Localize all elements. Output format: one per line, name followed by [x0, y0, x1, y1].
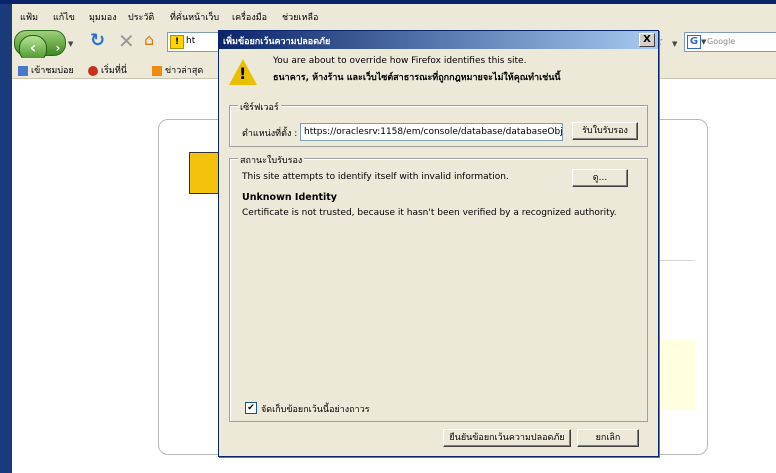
- menu-help[interactable]: ช่วยเหลือ: [282, 10, 318, 24]
- home-icon[interactable]: ⌂: [144, 32, 154, 48]
- identity-heading: Unknown Identity: [242, 192, 338, 203]
- menu-file[interactable]: แฟ้ม: [20, 10, 38, 24]
- dialog-title: เพิ่มข้อยกเว้นความปลอดภัย: [223, 37, 331, 47]
- server-group-label: เซิร์ฟเวอร์: [238, 100, 281, 114]
- desktop-edge: [0, 0, 12, 473]
- menu-tools[interactable]: เครื่องมือ: [232, 10, 267, 24]
- certificate-status-label: สถานะใบรับรอง: [238, 153, 305, 167]
- permanent-exception-checkbox[interactable]: ✔: [245, 402, 257, 414]
- intro-text: You are about to override how Firefox id…: [273, 56, 527, 66]
- firefox-icon: [88, 65, 98, 76]
- bookmark-most-visited[interactable]: เข้าชมบ่อย: [18, 63, 74, 77]
- search-placeholder: Google: [707, 37, 736, 46]
- menu-bar: แฟ้ม แก้ไข มุมมอง ประวัติ ที่คั่นหน้าเว็…: [12, 4, 776, 26]
- confirm-exception-button[interactable]: ยืนยันข้อยกเว้นความปลอดภัย: [443, 429, 571, 447]
- location-input[interactable]: https://oraclesrv:1158/em/console/databa…: [300, 123, 563, 141]
- bookmark-label: ข่าวล่าสุด: [165, 66, 204, 76]
- search-bar[interactable]: G ▼ Google: [684, 32, 776, 52]
- permanent-exception-label: จัดเก็บข้อยกเว้นนี้อย่างถาวร: [261, 405, 370, 415]
- close-button[interactable]: X: [639, 33, 655, 47]
- menu-view[interactable]: มุมมอง: [89, 10, 117, 24]
- url-text: ht: [186, 36, 196, 46]
- certificate-status-text: This site attempts to identify itself wi…: [242, 172, 509, 182]
- url-bar[interactable]: ! ht: [167, 32, 225, 52]
- intro-warning: ธนาคาร, ห้างร้าน และเว็บไซต์สาธารณะที่ถู…: [273, 73, 561, 83]
- bookmark-folder-icon: [18, 65, 28, 76]
- warning-mark: !: [239, 64, 247, 83]
- get-certificate-button[interactable]: รับใบรับรอง: [572, 122, 638, 140]
- menu-bookmarks[interactable]: ที่คั่นหน้าเว็บ: [170, 10, 219, 24]
- reload-icon[interactable]: ↻: [90, 32, 105, 50]
- rss-icon: [152, 65, 162, 76]
- certificate-status-group: สถานะใบรับรอง This site attempts to iden…: [229, 153, 648, 422]
- back-forward-group: ‹ ›: [14, 30, 67, 63]
- history-dropdown-icon[interactable]: ▼: [68, 40, 73, 48]
- bookmark-latest-headlines[interactable]: ข่าวล่าสุด: [152, 63, 203, 77]
- menu-edit[interactable]: แก้ไข: [53, 10, 75, 24]
- dialog-titlebar: เพิ่มข้อยกเว้นความปลอดภัย X: [219, 31, 658, 49]
- search-engine-dropdown-icon[interactable]: ▼: [701, 38, 706, 46]
- forward-button[interactable]: ›: [49, 39, 67, 57]
- bookmark-label: เข้าชมบ่อย: [31, 66, 74, 76]
- bookmark-label: เริ่มที่นี่: [101, 66, 127, 76]
- stop-icon[interactable]: ✕: [118, 31, 135, 51]
- server-group: เซิร์ฟเวอร์ ตำแหน่งที่ตั้ง : https://ora…: [229, 100, 648, 147]
- url-dropdown-icon[interactable]: ▼: [672, 40, 677, 48]
- google-icon[interactable]: G: [687, 35, 701, 49]
- identity-detail: Certificate is not trusted, because it h…: [242, 208, 617, 218]
- menu-history[interactable]: ประวัติ: [128, 10, 154, 24]
- warning-icon: !: [170, 35, 184, 49]
- bookmark-getting-started[interactable]: เริ่มที่นี่: [88, 63, 127, 77]
- location-label: ตำแหน่งที่ตั้ง :: [242, 129, 298, 139]
- view-certificate-button[interactable]: ดู...: [572, 169, 628, 187]
- add-security-exception-dialog: เพิ่มข้อยกเว้นความปลอดภัย X ! You are ab…: [218, 30, 659, 457]
- cancel-button[interactable]: ยกเลิก: [577, 429, 639, 447]
